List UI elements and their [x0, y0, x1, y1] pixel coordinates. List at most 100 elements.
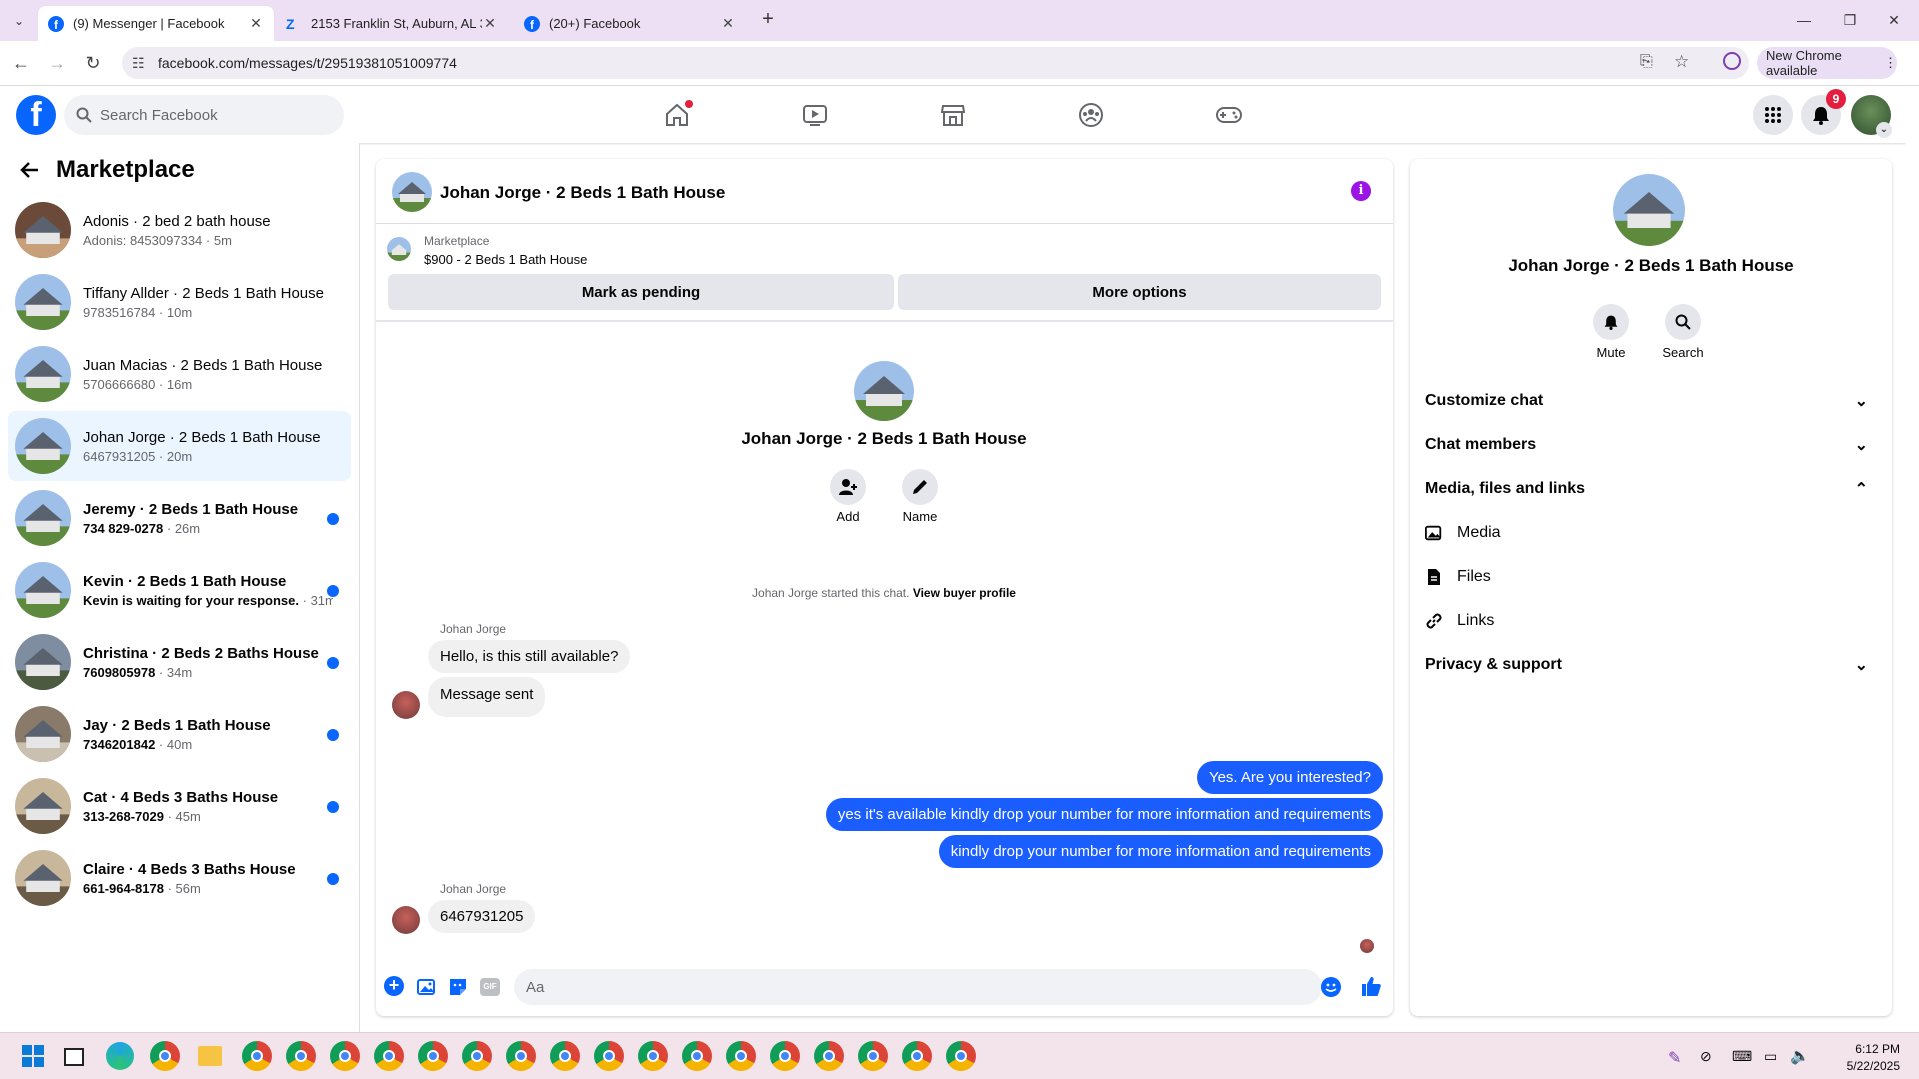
display-icon[interactable]: ▭ [1764, 1048, 1777, 1065]
links-item[interactable]: Links [1425, 603, 1494, 639]
chrome-profile-icon[interactable] [594, 1041, 624, 1071]
conversation-item[interactable]: Juan Macias · 2 Beds 1 Bath House 5706666… [8, 339, 351, 409]
chrome-profile-icon[interactable] [242, 1041, 272, 1071]
conversation-item[interactable]: Jay · 2 Beds 1 Bath House 7346201842 · 40… [8, 699, 351, 769]
more-options-button[interactable]: More options [898, 274, 1381, 310]
volume-icon[interactable]: 🔈 [1790, 1046, 1810, 1066]
chrome-profile-icon[interactable] [150, 1041, 180, 1071]
chrome-profile-icon[interactable] [946, 1041, 976, 1071]
chrome-profile-icon[interactable] [462, 1041, 492, 1071]
chrome-profile-icon[interactable] [286, 1041, 316, 1071]
sticker-icon[interactable] [448, 977, 468, 997]
maximize-button[interactable]: ❐ [1836, 8, 1864, 32]
media-files-links-row[interactable]: Media, files and links ⌃ [1425, 471, 1880, 507]
mute-button[interactable] [1593, 304, 1629, 340]
chat-title[interactable]: Johan Jorge · 2 Beds 1 Bath House [440, 183, 725, 203]
outgoing-message[interactable]: yes it's available kindly drop your numb… [825, 798, 1383, 831]
chrome-profile-icon[interactable] [638, 1041, 668, 1071]
chat-avatar[interactable] [392, 172, 432, 212]
conversation-item[interactable]: Adonis · 2 bed 2 bath house Adonis: 84530… [8, 195, 351, 265]
files-item[interactable]: Files [1425, 559, 1491, 595]
reload-button[interactable]: ↻ [80, 50, 106, 76]
sender-avatar[interactable] [392, 906, 420, 934]
plus-icon[interactable]: + [384, 976, 404, 996]
media-item[interactable]: Media [1425, 515, 1501, 551]
tab-messenger[interactable]: f (9) Messenger | Facebook ✕ [38, 6, 274, 41]
close-window-button[interactable]: ✕ [1880, 8, 1908, 32]
conversation-item[interactable]: Christina · 2 Beds 2 Baths House 76098059… [8, 627, 351, 697]
photo-icon[interactable] [417, 977, 437, 997]
clock-time[interactable]: 6:12 PM [1830, 1042, 1900, 1056]
url-text[interactable]: facebook.com/messages/t/2951938105100977… [158, 55, 457, 71]
new-chrome-available-button[interactable]: New Chrome available ⋮ [1757, 47, 1897, 79]
conversation-item[interactable]: Cat · 4 Beds 3 Baths House 313-268-7029 ·… [8, 771, 351, 841]
chrome-profile-icon[interactable] [726, 1041, 756, 1071]
chrome-profile-icon[interactable] [550, 1041, 580, 1071]
groups-icon[interactable] [1076, 100, 1106, 130]
outgoing-message[interactable]: kindly drop your number for more informa… [938, 835, 1383, 868]
conversation-item[interactable]: Jeremy · 2 Beds 1 Bath House 734 829-0278… [8, 483, 351, 553]
info-icon[interactable]: i [1351, 181, 1371, 201]
chrome-profile-icon[interactable] [682, 1041, 712, 1071]
message-input[interactable]: Aa [514, 969, 1322, 1005]
view-buyer-profile-link[interactable]: View buyer profile [913, 586, 1016, 600]
search-in-chat-button[interactable] [1665, 304, 1701, 340]
video-icon[interactable] [800, 100, 830, 130]
tab-zillow[interactable]: Z 2153 Franklin St, Auburn, AL 36 ✕ [276, 6, 508, 41]
tab-facebook[interactable]: f (20+) Facebook ✕ [514, 6, 746, 41]
keyboard-icon[interactable]: ⌨ [1732, 1048, 1752, 1065]
incoming-message[interactable]: Hello, is this still available? [428, 640, 631, 673]
chrome-profile-icon[interactable] [418, 1041, 448, 1071]
conversation-item[interactable]: Kevin · 2 Beds 1 Bath House Kevin is wait… [8, 555, 351, 625]
chrome-profile-icon[interactable] [770, 1041, 800, 1071]
name-button[interactable] [902, 469, 938, 505]
bookmark-star-icon[interactable]: ☆ [1674, 52, 1689, 72]
listing-thumbnail[interactable] [387, 237, 411, 261]
conversation-item[interactable]: Tiffany Allder · 2 Beds 1 Bath House 9783… [8, 267, 351, 337]
gaming-icon[interactable] [1214, 100, 1244, 130]
facebook-search-input[interactable]: Search Facebook [64, 95, 344, 135]
close-tab-icon[interactable]: ✕ [248, 15, 264, 32]
network-off-icon[interactable]: ⊘ [1700, 1048, 1712, 1065]
chrome-profile-icon[interactable] [814, 1041, 844, 1071]
profile-avatar[interactable] [854, 361, 914, 421]
page-scrollbar[interactable] [1906, 86, 1919, 1032]
outgoing-message[interactable]: Yes. Are you interested? [1196, 761, 1383, 794]
chrome-profile-icon[interactable] [374, 1041, 404, 1071]
more-vert-icon[interactable]: ⋮ [1884, 55, 1897, 71]
marketplace-icon[interactable] [938, 100, 968, 130]
privacy-support-row[interactable]: Privacy & support ⌄ [1425, 647, 1880, 683]
sender-avatar[interactable] [392, 691, 420, 719]
back-arrow-icon[interactable] [18, 158, 42, 182]
details-avatar[interactable] [1613, 174, 1685, 246]
chrome-profile-icon[interactable] [902, 1041, 932, 1071]
account-chevron-icon[interactable]: ⌄ [1876, 122, 1892, 138]
clock-date[interactable]: 5/22/2025 [1816, 1059, 1900, 1073]
new-tab-button[interactable]: + [756, 8, 780, 32]
minimize-button[interactable]: — [1790, 8, 1818, 32]
add-member-button[interactable] [830, 469, 866, 505]
windows-start-icon[interactable] [21, 1044, 45, 1068]
mark-as-pending-button[interactable]: Mark as pending [388, 274, 894, 310]
profile-icon[interactable] [1723, 52, 1741, 70]
forward-button[interactable]: → [44, 50, 70, 76]
incoming-message[interactable]: Message sent [428, 677, 546, 717]
tab-search-button[interactable]: ⌄ [8, 10, 30, 32]
close-tab-icon[interactable]: ✕ [482, 15, 498, 32]
chrome-profile-icon[interactable] [858, 1041, 888, 1071]
close-tab-icon[interactable]: ✕ [720, 15, 736, 32]
chrome-profile-icon[interactable] [506, 1041, 536, 1071]
thumbs-up-icon[interactable] [1360, 975, 1382, 997]
menu-grid-button[interactable] [1753, 95, 1793, 135]
facebook-logo[interactable]: f [16, 95, 56, 135]
gif-icon[interactable]: GIF [480, 978, 500, 996]
install-app-icon[interactable]: ⎘ [1640, 53, 1653, 71]
pen-icon[interactable]: ✎ [1668, 1048, 1681, 1068]
conversation-item[interactable]: Johan Jorge · 2 Beds 1 Bath House 6467931… [8, 411, 351, 481]
emoji-icon[interactable] [1321, 977, 1341, 997]
listing-title[interactable]: $900 - 2 Beds 1 Bath House [424, 252, 587, 267]
edge-icon[interactable] [106, 1042, 134, 1070]
site-info-icon[interactable]: ☷ [132, 55, 145, 72]
chrome-profile-icon[interactable] [330, 1041, 360, 1071]
incoming-message[interactable]: 6467931205 [428, 900, 536, 933]
